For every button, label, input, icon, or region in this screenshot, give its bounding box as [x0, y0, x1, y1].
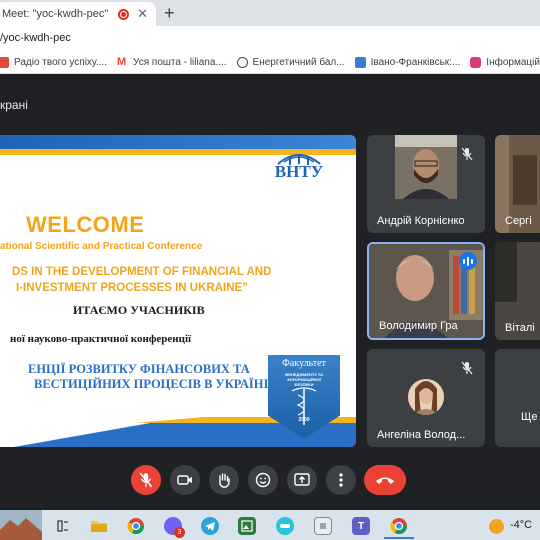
leave-call-button[interactable] [364, 465, 406, 495]
gallery-icon[interactable] [238, 517, 256, 535]
bookmark-radio[interactable]: Радіо твого успіху.... [0, 57, 107, 68]
participant-name: Віталі [505, 322, 535, 334]
weather-sun-icon[interactable] [487, 517, 505, 535]
chrome-active-icon[interactable] [390, 517, 408, 535]
active-app-indicator [384, 537, 414, 539]
participant-tile-andrii[interactable]: Андрій Корнієнко [367, 135, 485, 233]
slide-conference-ua: ної науково-практичної конференції [10, 333, 192, 345]
url-text[interactable]: /yoc-kwdh-pec [0, 32, 71, 44]
teams-icon[interactable]: T [352, 517, 370, 535]
bookmark-energy-balance[interactable]: Енергетичний бал... [236, 57, 345, 68]
participant-name: Сергі [505, 215, 532, 227]
more-participants-label: Ще [521, 411, 538, 423]
mic-toggle-button[interactable] [131, 465, 161, 495]
slide-trends-en-line1: DS IN THE DEVELOPMENT OF FINANCIAL AND [12, 266, 272, 278]
participant-name: Ангеліна Волод... [377, 429, 466, 441]
bookmarks-bar: Радіо твого успіху.... M Уся пошта - lil… [0, 52, 540, 74]
slide-top-stripe [0, 135, 356, 149]
mic-off-icon [139, 472, 153, 488]
faculty-year: 2000 [298, 417, 310, 423]
slide-trends-ua-line2: ВЕСТИЦІЙНИХ ПРОЦЕСІВ В УКРАЇНІ» [34, 377, 275, 391]
browser-tab-strip: Meet: "yoc-kwdh-pec" ✕ + [0, 0, 540, 26]
chrome-icon[interactable] [127, 517, 145, 535]
file-explorer-icon[interactable] [90, 517, 108, 535]
hand-icon [219, 473, 230, 488]
teams-mark-icon: T [357, 520, 365, 532]
globe-icon [236, 57, 248, 68]
screen: { "browser": { "tab_title": "Meet: \"yoc… [0, 0, 540, 540]
bookmark-gmail[interactable]: M Уся пошта - liliana.... [117, 56, 227, 69]
bookmark-info-panel[interactable]: Інформаційна пан... [470, 57, 540, 68]
camera-icon [177, 475, 192, 485]
taskbar-landscape-thumbnail [0, 510, 42, 540]
slide-welcome-ua: ИТАЄМО УЧАСНИКІВ [73, 303, 205, 317]
viber-badge: 3 [174, 527, 185, 538]
sun-icon [488, 518, 504, 534]
bookmark-label: Інформаційна пан... [486, 57, 540, 68]
weather-temperature[interactable]: -4°C [510, 519, 532, 531]
present-screen-button[interactable] [287, 465, 317, 495]
faculty-emblem: Факультет МЕНЕДЖМЕНТУ ТА ІНФОРМАЦІЙНОЇ Б… [262, 355, 346, 443]
bookmark-label: Радіо твого успіху.... [14, 57, 108, 68]
vntu-logo: ВНТУ [272, 150, 326, 186]
slide-trends-ua-line1: ЕНЦІЇ РОЗВИТКУ ФІНАНСОВИХ ТА [28, 362, 250, 376]
bookmark-label: Івано-Франківськ:... [370, 57, 461, 68]
vntu-logo-text: ВНТУ [274, 162, 324, 181]
new-tab-button[interactable]: + [164, 3, 175, 23]
presentation-title: крані [0, 98, 28, 112]
more-options-button[interactable] [326, 465, 356, 495]
present-icon [294, 473, 310, 486]
bookmark-label: Енергетичний бал... [252, 57, 345, 68]
radio-icon [0, 57, 9, 68]
hang-up-icon [376, 477, 394, 484]
reactions-button[interactable] [248, 465, 278, 495]
presentation-header: крані [0, 74, 540, 132]
participant-tile-volodymyr[interactable]: Володимир Гра [367, 242, 485, 340]
speaking-indicator-icon [459, 252, 477, 270]
participant-tile-more[interactable]: Ще [495, 349, 540, 447]
canva-icon[interactable] [276, 517, 294, 535]
tab-title: Meet: "yoc-kwdh-pec" [2, 8, 109, 20]
task-view-icon[interactable] [54, 517, 72, 535]
raise-hand-button[interactable] [209, 465, 239, 495]
slide-conference-en: ational Scientific and Practical Confere… [0, 241, 203, 252]
meet-tab[interactable]: Meet: "yoc-kwdh-pec" ✕ [0, 2, 156, 26]
tab-close-icon[interactable]: ✕ [137, 6, 148, 22]
slide-trends-en-line2: I-INVESTMENT PROCESSES IN UKRAINE” [16, 282, 248, 294]
bookmark-ivano-frankivsk[interactable]: Івано-Франківськ:... [354, 57, 461, 68]
participant-name: Андрій Корнієнко [377, 215, 465, 227]
mic-off-icon [461, 147, 473, 161]
participant-tile-serhii[interactable]: Сергі [495, 135, 540, 233]
mic-off-icon [461, 361, 473, 375]
map-icon [354, 57, 366, 68]
viber-icon[interactable]: 3 [164, 517, 185, 538]
telegram-icon[interactable] [201, 517, 219, 535]
slide-welcome: WELCOME [26, 212, 145, 237]
emoji-icon [255, 472, 271, 488]
more-vert-icon [339, 473, 343, 487]
participant-tile-vitalii[interactable]: Віталі [495, 242, 540, 340]
recording-indicator-icon [118, 8, 130, 20]
gmail-icon: M [117, 56, 127, 68]
participant-tile-anhelina[interactable]: Ангеліна Волод... [367, 349, 485, 447]
windows-taskbar: 3 T -4°C [0, 510, 540, 540]
puzzle-icon [470, 57, 482, 68]
address-bar[interactable]: /yoc-kwdh-pec [0, 26, 540, 52]
participant-name: Володимир Гра [379, 320, 458, 332]
faculty-caduceus-icon [291, 387, 317, 425]
bookmark-label: Уся пошта - liliana.... [133, 57, 227, 68]
canva-mark-icon [280, 524, 290, 528]
camera-toggle-button[interactable] [170, 465, 200, 495]
notepad-icon[interactable] [314, 517, 332, 535]
